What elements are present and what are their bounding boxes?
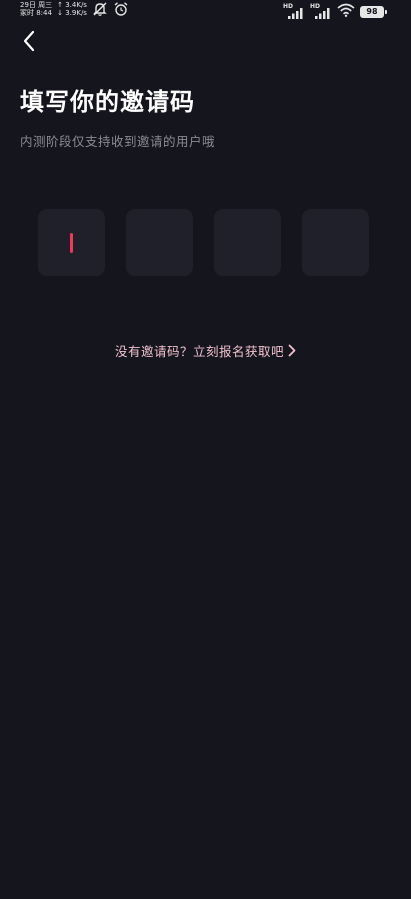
code-digit-box-3[interactable] [214,209,281,276]
status-right: HD HD 98 [283,2,387,21]
page-title: 填写你的邀请码 [20,88,195,116]
signal-strength-icon: HD [283,2,305,19]
back-button[interactable] [16,30,42,56]
status-time: 冢时 8:44 [20,9,52,17]
status-left: 29日 周三 冢时 8:44 ↑ 3.4K/s ↓ 3.9K/s [20,1,129,21]
download-speed: ↓ 3.9K/s [57,9,87,17]
battery-level: 98 [360,5,384,18]
mute-bell-icon [92,1,108,21]
code-digit-box-4[interactable] [302,209,369,276]
status-datetime: 29日 周三 冢时 8:44 [20,1,52,17]
hd-label-2: HD [310,2,321,10]
status-bar: 29日 周三 冢时 8:44 ↑ 3.4K/s ↓ 3.9K/s HD HD 9… [0,0,411,20]
text-cursor [70,232,73,253]
chevron-left-icon [22,30,36,56]
battery-icon: 98 [360,5,387,18]
hd-label: HD [283,2,294,10]
status-date: 29日 周三 [20,1,53,9]
invite-code-input[interactable] [38,209,369,276]
signup-link-label: 没有邀请码？立刻报名获取吧 [114,344,284,359]
wifi-icon [337,2,355,21]
upload-speed: ↑ 3.4K/s [57,1,87,9]
battery-tip [385,9,387,14]
invite-code-screen: 29日 周三 冢时 8:44 ↑ 3.4K/s ↓ 3.9K/s HD HD 9… [0,0,411,899]
network-speed: ↑ 3.4K/s ↓ 3.9K/s [57,1,87,17]
page-subtitle: 内测阶段仅支持收到邀请的用户哦 [20,134,216,149]
chevron-right-icon [288,344,296,357]
code-digit-box-1[interactable] [38,209,105,276]
alarm-clock-icon [113,1,129,21]
signup-link[interactable]: 没有邀请码？立刻报名获取吧 [0,341,411,360]
code-digit-box-2[interactable] [126,209,193,276]
signal-strength-icon-2: HD [310,2,332,19]
